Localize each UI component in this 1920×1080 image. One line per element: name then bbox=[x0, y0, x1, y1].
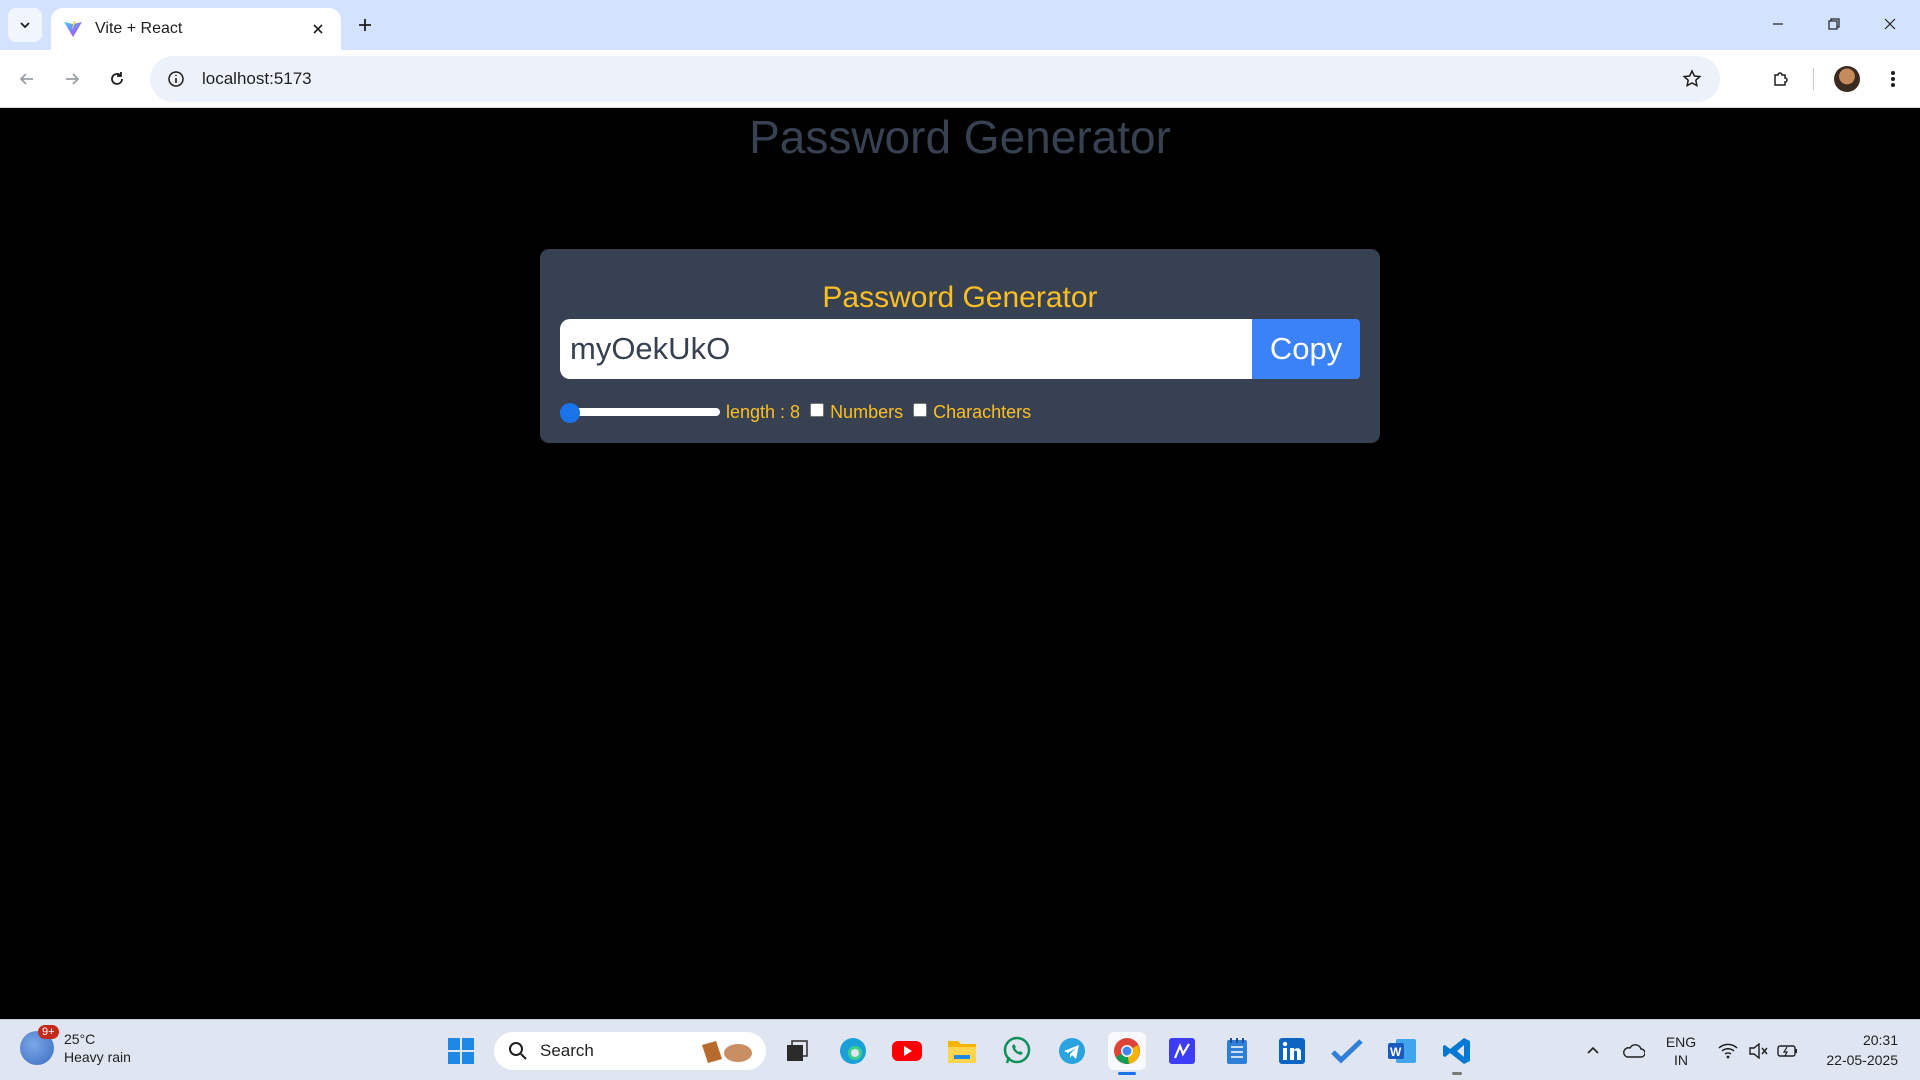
file-explorer-icon[interactable] bbox=[943, 1032, 981, 1070]
close-icon bbox=[1884, 18, 1896, 30]
page-content: Password Generator Password Generator Co… bbox=[0, 109, 1920, 1019]
vscode-icon[interactable] bbox=[1438, 1032, 1476, 1070]
youtube-icon[interactable] bbox=[888, 1032, 926, 1070]
clock[interactable]: 20:31 22-05-2025 bbox=[1826, 1030, 1898, 1070]
taskbar-search-label: Search bbox=[540, 1041, 594, 1060]
reload-button[interactable] bbox=[100, 62, 134, 96]
copy-button[interactable]: Copy bbox=[1252, 319, 1360, 379]
show-hidden-icons-button[interactable] bbox=[1578, 1032, 1608, 1070]
site-info-icon[interactable] bbox=[154, 70, 198, 88]
chrome-running-indicator bbox=[1118, 1072, 1136, 1075]
toolbar-separator bbox=[1813, 68, 1814, 90]
weather-temperature: 25°C bbox=[64, 1031, 96, 1047]
notification-badge: 9+ bbox=[38, 1025, 59, 1039]
minimize-button[interactable] bbox=[1750, 0, 1806, 48]
more-vertical-icon bbox=[1891, 71, 1895, 87]
forward-button[interactable] bbox=[55, 62, 89, 96]
weather-rain-icon: 9+ bbox=[20, 1025, 59, 1065]
onedrive-icon[interactable] bbox=[1616, 1032, 1650, 1070]
word-icon[interactable]: W bbox=[1383, 1032, 1421, 1070]
minimize-icon bbox=[1773, 23, 1783, 25]
language-region: IN bbox=[1674, 1052, 1688, 1068]
telegram-icon[interactable] bbox=[1053, 1032, 1091, 1070]
password-generator-card: Password Generator Copy length : 8 Numbe… bbox=[540, 249, 1380, 443]
search-highlight-icon bbox=[702, 1041, 752, 1063]
browser-tab-active[interactable]: Vite + React bbox=[51, 8, 341, 50]
arrow-left-icon bbox=[19, 73, 33, 85]
linkedin-icon[interactable] bbox=[1273, 1032, 1311, 1070]
length-label: length : 8 bbox=[726, 401, 801, 422]
todo-icon[interactable] bbox=[1328, 1032, 1366, 1070]
edge-icon[interactable] bbox=[834, 1032, 872, 1070]
password-input[interactable] bbox=[560, 319, 1252, 379]
clock-time: 20:31 bbox=[1862, 1032, 1898, 1048]
restore-icon bbox=[1828, 18, 1840, 30]
back-button[interactable] bbox=[10, 62, 44, 96]
address-bar[interactable]: localhost:5173 bbox=[150, 56, 1720, 102]
browser-menu-button[interactable] bbox=[1876, 62, 1910, 96]
characters-checkbox[interactable] bbox=[913, 403, 928, 417]
characters-label[interactable]: Charachters bbox=[933, 402, 1031, 423]
language-code: ENG bbox=[1665, 1034, 1697, 1050]
clock-date: 22-05-2025 bbox=[1826, 1052, 1898, 1068]
start-button[interactable] bbox=[442, 1032, 480, 1070]
reload-icon bbox=[111, 72, 123, 85]
tab-search-button[interactable] bbox=[8, 8, 42, 42]
profile-button[interactable] bbox=[1830, 62, 1864, 96]
options-row: length : 8 Numbers Charachters bbox=[560, 399, 1031, 425]
windows-logo-icon bbox=[448, 1038, 474, 1064]
puzzle-icon bbox=[1774, 72, 1788, 86]
arrow-right-icon bbox=[66, 73, 80, 85]
tab-close-icon[interactable] bbox=[307, 18, 329, 40]
whatsapp-icon[interactable] bbox=[998, 1032, 1036, 1070]
taskbar: 9+ 25°C Heavy rain Search W ENG IN 20:31… bbox=[0, 1019, 1920, 1080]
battery-icon[interactable] bbox=[1774, 1032, 1802, 1070]
url-text[interactable]: localhost:5173 bbox=[202, 69, 1670, 89]
weather-widget[interactable]: 9+ 25°C Heavy rain bbox=[20, 1025, 131, 1066]
volume-muted-icon[interactable] bbox=[1744, 1032, 1772, 1070]
chevron-down-icon bbox=[20, 22, 30, 29]
taskbar-search[interactable]: Search bbox=[494, 1032, 766, 1070]
notepad-icon[interactable] bbox=[1218, 1032, 1256, 1070]
numbers-checkbox[interactable] bbox=[810, 403, 825, 417]
card-title: Password Generator bbox=[822, 281, 1098, 314]
slider-track bbox=[560, 408, 720, 416]
restore-button[interactable] bbox=[1806, 0, 1862, 48]
chrome-icon[interactable] bbox=[1108, 1032, 1146, 1070]
search-icon bbox=[509, 1042, 527, 1060]
length-slider[interactable] bbox=[560, 402, 720, 423]
bookmark-star-icon[interactable] bbox=[1670, 69, 1714, 89]
numbers-label[interactable]: Numbers bbox=[830, 402, 903, 423]
wifi-icon[interactable] bbox=[1714, 1032, 1742, 1070]
plus-icon bbox=[359, 19, 371, 31]
weather-description: Heavy rain bbox=[64, 1049, 131, 1065]
language-indicator[interactable]: ENG IN bbox=[1660, 1032, 1702, 1070]
svg-text:W: W bbox=[1390, 1045, 1402, 1059]
browser-toolbar: localhost:5173 bbox=[0, 50, 1920, 108]
new-tab-button[interactable] bbox=[350, 10, 380, 40]
browser-tab-bar: Vite + React bbox=[0, 0, 1920, 50]
avatar bbox=[1834, 66, 1860, 92]
app-editor-icon[interactable] bbox=[1163, 1032, 1201, 1070]
tab-title: Vite + React bbox=[95, 20, 183, 37]
close-window-button[interactable] bbox=[1862, 0, 1918, 48]
extensions-button[interactable] bbox=[1764, 62, 1798, 96]
slider-thumb[interactable] bbox=[560, 403, 580, 423]
vite-logo-icon bbox=[64, 21, 82, 37]
chevron-up-icon bbox=[1587, 1046, 1599, 1054]
task-view-icon[interactable] bbox=[778, 1032, 816, 1070]
vscode-running-indicator bbox=[1452, 1072, 1462, 1075]
page-title: Password Generator bbox=[749, 111, 1171, 163]
